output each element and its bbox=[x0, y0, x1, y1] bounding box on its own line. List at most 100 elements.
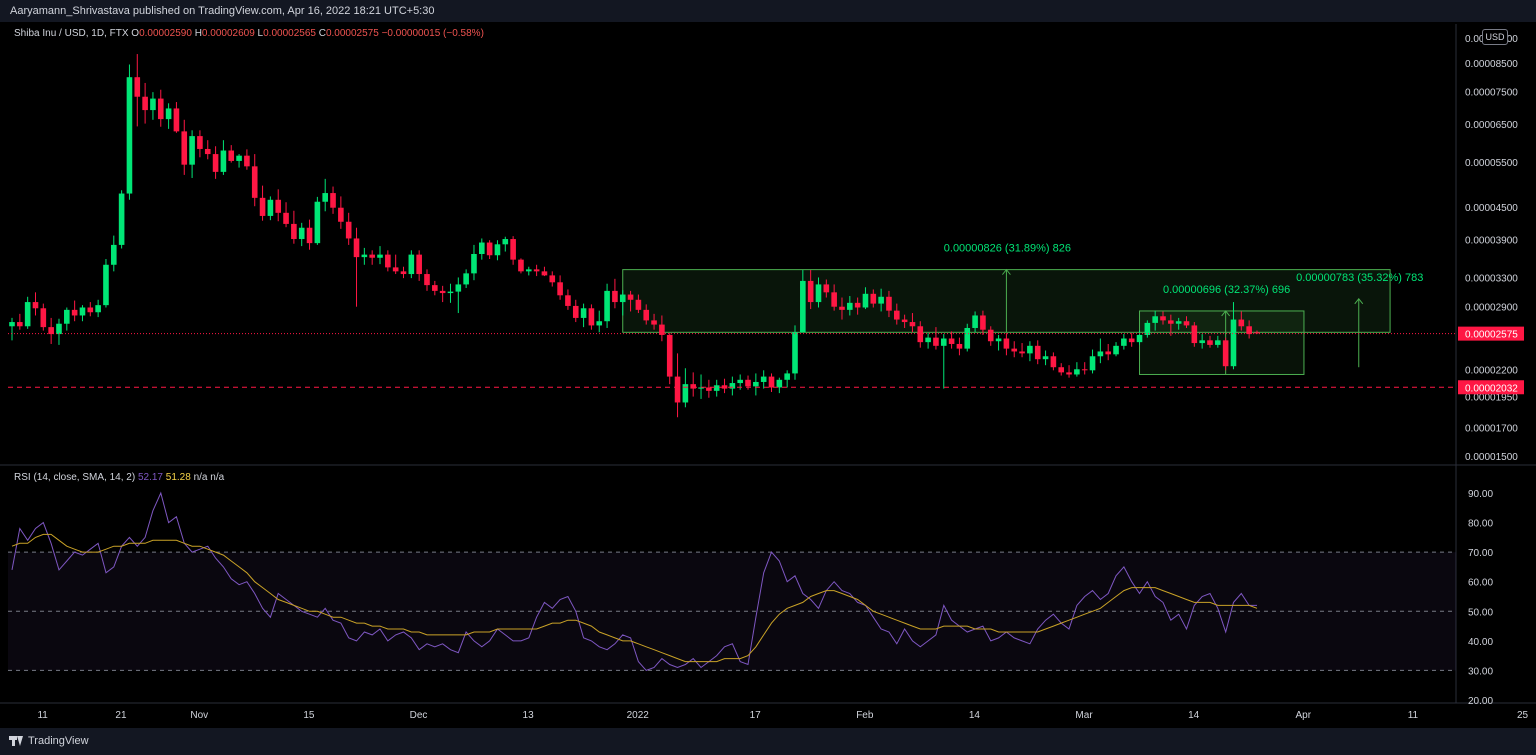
measure-label: 0.00000783 (35.32%) 783 bbox=[1296, 272, 1423, 284]
price-tick-label: 0.00003300 bbox=[1465, 273, 1518, 284]
candle-body bbox=[1152, 316, 1158, 323]
candle-body bbox=[713, 385, 720, 391]
candle-body bbox=[1003, 338, 1010, 349]
candle-body bbox=[385, 254, 391, 268]
candle-body bbox=[447, 291, 454, 294]
candle-body bbox=[549, 275, 556, 283]
candle-body bbox=[1246, 326, 1252, 335]
candle-body bbox=[745, 379, 751, 387]
time-tick-label: 2022 bbox=[627, 710, 650, 721]
candle-body bbox=[1089, 356, 1096, 371]
time-tick-label: 11 bbox=[37, 710, 48, 721]
current-price-badge-text: 0.00002575 bbox=[1465, 330, 1518, 341]
candle-body bbox=[471, 254, 477, 274]
rsi-legend-na-2: n/a bbox=[210, 472, 225, 483]
candle-body bbox=[479, 242, 485, 255]
candle-body bbox=[1034, 345, 1041, 360]
candle-body bbox=[236, 155, 242, 161]
close-label: C bbox=[318, 28, 326, 39]
candle-body bbox=[432, 285, 438, 291]
open-value: 0.00002590 bbox=[139, 28, 192, 39]
candle-body bbox=[1191, 325, 1198, 344]
candle-body bbox=[980, 315, 986, 330]
time-tick-label: Feb bbox=[856, 710, 874, 721]
candle-body bbox=[1011, 348, 1018, 352]
time-tick-label: 11 bbox=[1408, 710, 1419, 721]
candle-body bbox=[612, 290, 618, 303]
rsi-legend-na-1: n/a bbox=[193, 472, 208, 483]
chart-canvas[interactable]: 0.00000826 (31.89%) 826 0.00000696 (32.37… bbox=[0, 0, 1536, 755]
high-label: H bbox=[194, 28, 202, 39]
candle-body bbox=[1199, 340, 1205, 344]
candle-body bbox=[463, 273, 469, 285]
candle-body bbox=[150, 98, 156, 111]
candle-body bbox=[1168, 320, 1174, 324]
candle-body bbox=[964, 327, 971, 349]
candle-body bbox=[933, 337, 939, 346]
rsi-tick-label: 50.00 bbox=[1468, 607, 1493, 618]
candle-body bbox=[995, 338, 1002, 342]
time-tick-label: 13 bbox=[523, 710, 535, 721]
candle-body bbox=[142, 96, 148, 111]
time-tick-label: 14 bbox=[969, 710, 981, 721]
candle-body bbox=[987, 329, 994, 342]
candle-body bbox=[291, 223, 297, 240]
candle-body bbox=[870, 293, 877, 304]
candle-body bbox=[361, 254, 368, 258]
candle-body bbox=[909, 322, 916, 327]
candle-body bbox=[306, 227, 313, 244]
rsi-tick-label: 40.00 bbox=[1468, 637, 1493, 648]
candle-body bbox=[510, 239, 516, 260]
candle-body bbox=[557, 282, 563, 296]
candle-body bbox=[1128, 338, 1135, 343]
tradingview-logo[interactable]: TradingView bbox=[9, 735, 89, 747]
time-tick-label: Nov bbox=[190, 710, 208, 721]
candle-body bbox=[784, 373, 790, 380]
change-value: −0.00000015 (−0.58%) bbox=[381, 28, 484, 39]
candle-body bbox=[651, 320, 657, 325]
rsi-tick-label: 60.00 bbox=[1468, 578, 1493, 589]
time-tick-label: 17 bbox=[750, 710, 762, 721]
price-tick-label: 0.00008500 bbox=[1465, 59, 1518, 70]
range-box-small bbox=[1139, 310, 1305, 375]
candle-body bbox=[1058, 367, 1065, 373]
candle-body bbox=[1238, 319, 1245, 327]
price-tick-label: 0.00003900 bbox=[1465, 236, 1518, 247]
candle-body bbox=[1183, 321, 1190, 326]
rsi-sma-legend-value: 51.28 bbox=[165, 472, 191, 483]
rsi-tick-label: 90.00 bbox=[1468, 489, 1493, 500]
candle-body bbox=[56, 323, 62, 335]
candle-body bbox=[486, 242, 493, 256]
candle-body bbox=[298, 227, 305, 240]
candle-body bbox=[64, 309, 70, 324]
candle-body bbox=[212, 154, 219, 172]
candle-body bbox=[251, 166, 258, 198]
candle-body bbox=[244, 155, 250, 167]
footer-bar: TradingView bbox=[0, 728, 1536, 755]
candle-body bbox=[110, 244, 117, 265]
candle-body bbox=[1066, 372, 1072, 375]
candle-body bbox=[737, 379, 743, 384]
symbol-legend: Shiba Inu / USD, 1D, FTX O0.00002590 H0.… bbox=[14, 28, 484, 39]
candle-body bbox=[165, 108, 172, 120]
candle-body bbox=[439, 290, 446, 294]
candle-body bbox=[400, 271, 407, 275]
candle-body bbox=[729, 383, 736, 389]
candle-body bbox=[181, 131, 188, 165]
rsi-tick-label: 30.00 bbox=[1468, 666, 1493, 677]
candle-body bbox=[40, 308, 47, 328]
candle-body bbox=[494, 244, 501, 256]
measure-label: 0.00000696 (32.37%) 696 bbox=[1163, 284, 1290, 296]
candle-body bbox=[753, 381, 759, 387]
time-tick-label: Mar bbox=[1075, 710, 1093, 721]
candle-body bbox=[776, 379, 783, 388]
price-tick-label: 0.00001700 bbox=[1465, 424, 1518, 435]
price-tick-label: 0.00007500 bbox=[1465, 88, 1518, 99]
rsi-tick-label: 20.00 bbox=[1468, 696, 1493, 707]
candle-body bbox=[823, 284, 830, 293]
currency-badge[interactable]: USD bbox=[1482, 29, 1508, 45]
candle-body bbox=[1019, 351, 1025, 354]
candle-body bbox=[1175, 321, 1182, 324]
candle-body bbox=[901, 319, 908, 323]
candle-body bbox=[330, 193, 336, 208]
